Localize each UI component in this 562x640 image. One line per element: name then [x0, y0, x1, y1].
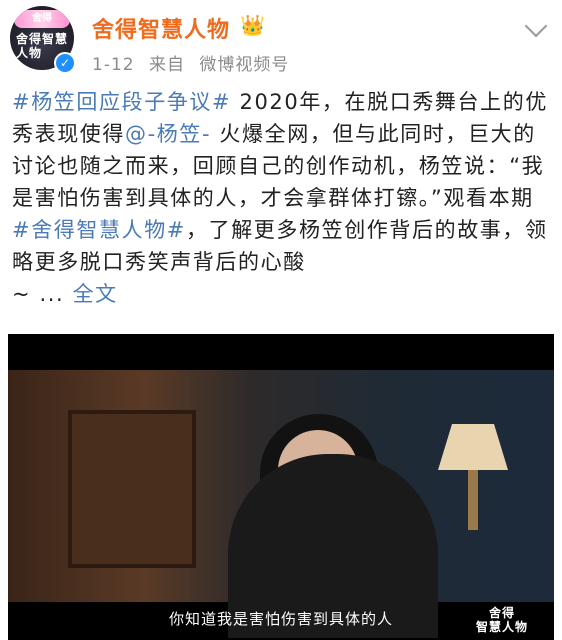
- video-frame: 舍得 智慧人物: [8, 370, 554, 638]
- post-text: #杨笠回应段子争议# 2020年，在脱口秀舞台上的优秀表现使得@-杨笠- 火爆全…: [12, 86, 552, 310]
- post-meta: 1-12 来自 微博视频号: [92, 50, 297, 75]
- chevron-down-icon[interactable]: [524, 14, 548, 38]
- video-subtitle: 你知道我是害怕伤害到具体的人: [168, 610, 393, 628]
- post-header: 舍得 舍得智慧人物 ✓ 舍得智慧人物 👑 1-12 来自 微博视频号: [0, 0, 562, 80]
- username[interactable]: 舍得智慧人物: [92, 12, 230, 44]
- from-label: 来自: [149, 55, 185, 75]
- bookshelf: [68, 410, 196, 568]
- post-date: 1-12: [92, 55, 135, 75]
- hashtag-link[interactable]: #杨笠回应段子争议#: [12, 90, 231, 114]
- fulltext-link[interactable]: 全文: [73, 282, 118, 306]
- lamp-base: [468, 470, 478, 530]
- video-player[interactable]: 舍得 智慧人物 你知道我是害怕伤害到具体的人: [8, 334, 554, 640]
- avatar-top-badge: 舍得: [14, 10, 70, 28]
- lamp-shade: [438, 424, 508, 470]
- mention-link[interactable]: @-杨笠-: [125, 122, 211, 146]
- verified-icon: ✓: [54, 52, 76, 74]
- crown-icon: 👑: [240, 13, 265, 37]
- ellipsis: ~ ...: [12, 282, 65, 306]
- hashtag-link[interactable]: #舍得智慧人物#: [12, 218, 186, 242]
- source-link[interactable]: 微博视频号: [199, 55, 289, 75]
